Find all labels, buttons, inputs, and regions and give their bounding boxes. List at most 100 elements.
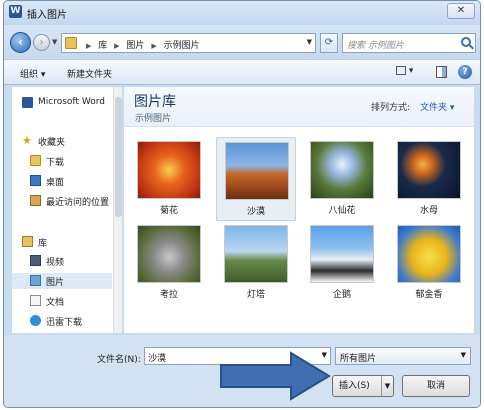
sidebar-item-label: 桌面 xyxy=(46,178,65,188)
file-type-value: 所有图片 xyxy=(340,354,377,364)
file-list-pane: 图片库 示例图片 排列方式: 文件夹 ▾ 菊花 沙漠 八仙花 水母 考拉 灯塔 xyxy=(124,87,474,333)
sidebar-item-label: 迅雷下载 xyxy=(46,318,83,328)
address-dropdown-icon[interactable]: ▼ xyxy=(307,38,312,46)
insert-options-dropdown-icon[interactable]: ▼ xyxy=(381,376,393,396)
picture-caption: 灯塔 xyxy=(246,290,265,300)
sidebar-item-label: 库 xyxy=(38,239,48,249)
view-icon xyxy=(396,66,406,75)
picture-caption: 郁金香 xyxy=(415,290,443,300)
picture-thumbnail xyxy=(137,141,201,199)
pictures-icon xyxy=(30,275,41,286)
sidebar-item-libraries[interactable]: 库 xyxy=(12,234,112,250)
history-dropdown-icon[interactable]: ▼ xyxy=(52,38,57,46)
back-button[interactable]: ‹ xyxy=(10,32,31,53)
change-view-button[interactable]: ▾ xyxy=(396,66,420,79)
refresh-button[interactable]: ⟳ xyxy=(320,33,338,53)
library-title: 图片库 xyxy=(134,94,176,110)
star-icon: ★ xyxy=(22,134,32,147)
pointer-arrow-icon xyxy=(220,351,331,401)
picture-thumbnail xyxy=(224,225,288,283)
insert-picture-dialog: W 插入图片 ✕ ‹ › ▼ ▶ 库 ▶ 图片 ▶ 示例图片 ▼ ⟳ 搜索 示例… xyxy=(3,0,481,408)
picture-item-penguins[interactable]: 企鹅 xyxy=(302,221,382,305)
word-icon: W xyxy=(9,5,22,18)
sidebar-item-pictures[interactable]: 图片 xyxy=(12,273,112,289)
picture-item-lighthouse[interactable]: 灯塔 xyxy=(216,221,296,305)
title-bar: W 插入图片 ✕ xyxy=(4,1,480,25)
sidebar-item-documents[interactable]: 文档 xyxy=(12,293,112,309)
picture-item-desert[interactable]: 沙漠 xyxy=(216,137,296,221)
xunlei-icon xyxy=(30,315,41,326)
picture-item-hydrangeas[interactable]: 八仙花 xyxy=(302,137,382,221)
breadcrumb-root-arrow-icon[interactable]: ▶ xyxy=(86,42,91,50)
help-icon[interactable]: ? xyxy=(458,65,472,79)
filename-value: 沙漠 xyxy=(148,354,167,364)
sidebar-scrollbar[interactable] xyxy=(113,87,122,333)
library-icon xyxy=(22,236,33,247)
arrange-by-dropdown[interactable]: 文件夹 ▾ xyxy=(420,100,454,113)
close-button[interactable]: ✕ xyxy=(447,3,475,19)
video-icon xyxy=(30,255,41,266)
search-input[interactable]: 搜索 示例图片 xyxy=(342,33,476,53)
documents-icon xyxy=(30,295,41,306)
sidebar-item-label: 收藏夹 xyxy=(38,138,66,148)
breadcrumb-pictures[interactable]: 图片 xyxy=(126,41,144,51)
picture-item-koala[interactable]: 考拉 xyxy=(129,221,209,305)
sidebar-item-label: 视频 xyxy=(46,258,65,268)
folder-icon xyxy=(65,37,77,49)
organize-menu[interactable]: 组织 ▾ xyxy=(20,67,45,80)
breadcrumb-library[interactable]: 库 xyxy=(98,41,107,51)
arrow-shape xyxy=(220,351,331,401)
breadcrumb-separator-icon[interactable]: ▶ xyxy=(114,42,119,50)
sidebar-item-downloads[interactable]: 下载 xyxy=(12,153,112,169)
new-folder-button[interactable]: 新建文件夹 xyxy=(67,67,112,80)
search-icon[interactable] xyxy=(461,37,471,47)
breadcrumb-sample-pictures[interactable]: 示例图片 xyxy=(164,41,200,51)
address-row: ‹ › ▼ ▶ 库 ▶ 图片 ▶ 示例图片 ▼ ⟳ 搜索 示例图片 xyxy=(4,25,480,57)
preview-pane-button[interactable] xyxy=(436,66,447,78)
picture-caption: 沙漠 xyxy=(246,207,265,217)
sidebar-item-xunlei-downloads[interactable]: 迅雷下载 xyxy=(12,313,112,329)
folder-icon xyxy=(30,155,41,166)
desktop-icon xyxy=(30,175,41,186)
dialog-title: 插入图片 xyxy=(27,10,67,21)
sidebar-item-recent-places[interactable]: 最近访问的位置 xyxy=(12,193,112,209)
breadcrumb-separator-icon[interactable]: ▶ xyxy=(151,42,156,50)
picture-thumbnail xyxy=(310,141,374,199)
arrange-by-label: 排列方式: xyxy=(371,103,411,113)
forward-button[interactable]: › xyxy=(33,34,50,51)
picture-caption: 八仙花 xyxy=(328,206,356,216)
picture-item-chrysanthemum[interactable]: 菊花 xyxy=(129,137,209,221)
library-subtitle: 示例图片 xyxy=(135,114,172,124)
sidebar-item-microsoft-word[interactable]: Microsoft Word xyxy=(12,95,112,111)
navigation-pane: Microsoft Word ★ 收藏夹 下载 桌面 最近访问的位置 库 视频 xyxy=(12,87,113,333)
sidebar-item-label: 下载 xyxy=(46,158,65,168)
sidebar-item-label: 图片 xyxy=(46,278,65,288)
file-type-select[interactable]: 所有图片 ▼ xyxy=(335,347,471,365)
picture-thumbnail xyxy=(310,225,374,283)
picture-thumbnail xyxy=(397,141,461,199)
insert-button-label: 插入(S) xyxy=(339,381,370,391)
address-bar[interactable]: ▶ 库 ▶ 图片 ▶ 示例图片 ▼ xyxy=(61,33,316,53)
picture-caption: 企鹅 xyxy=(332,290,351,300)
picture-item-jellyfish[interactable]: 水母 xyxy=(389,137,469,221)
library-header: 图片库 示例图片 排列方式: 文件夹 ▾ xyxy=(124,87,474,127)
insert-button[interactable]: 插入(S) ▼ xyxy=(332,375,394,397)
picture-caption: 菊花 xyxy=(159,206,178,216)
filename-label: 文件名(N): xyxy=(97,355,141,365)
picture-thumbnail xyxy=(397,225,461,283)
cancel-button[interactable]: 取消 xyxy=(402,375,470,397)
breadcrumb: ▶ 库 ▶ 图片 ▶ 示例图片 xyxy=(82,38,200,51)
sidebar-item-label: 文档 xyxy=(46,298,65,308)
picture-caption: 水母 xyxy=(419,206,438,216)
sidebar-item-videos[interactable]: 视频 xyxy=(12,253,112,269)
picture-caption: 考拉 xyxy=(159,290,178,300)
sidebar-item-label: 最近访问的位置 xyxy=(46,198,110,208)
picture-thumbnail xyxy=(225,142,289,200)
picture-item-tulips[interactable]: 郁金香 xyxy=(389,221,469,305)
search-placeholder: 搜索 示例图片 xyxy=(347,41,404,51)
picture-thumbnail xyxy=(137,225,201,283)
sidebar-scrollbar-thumb[interactable] xyxy=(115,97,122,217)
sidebar-item-favorites[interactable]: ★ 收藏夹 xyxy=(12,133,112,149)
sidebar-item-desktop[interactable]: 桌面 xyxy=(12,173,112,189)
file-type-dropdown-icon: ▼ xyxy=(460,351,466,359)
